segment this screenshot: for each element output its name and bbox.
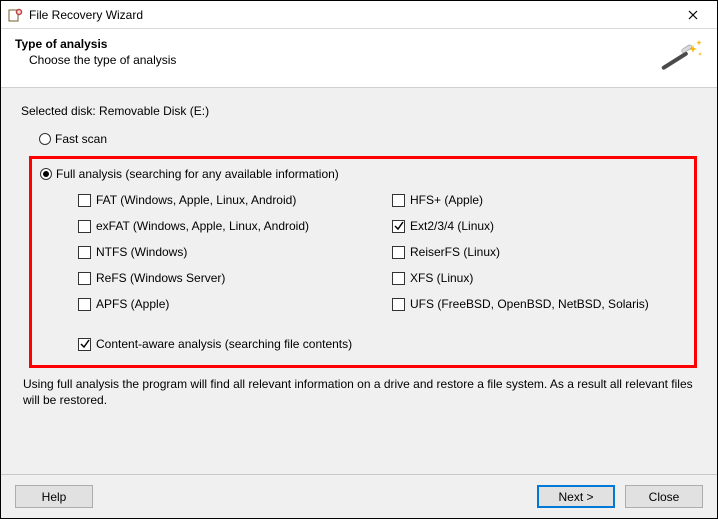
fs-checkbox-ufs[interactable]: UFS (FreeBSD, OpenBSD, NetBSD, Solaris) [392,297,686,311]
page-title: Type of analysis [15,37,659,51]
fs-checkbox-xfs[interactable]: XFS (Linux) [392,271,686,285]
full-analysis-panel: Full analysis (searching for any availab… [29,156,697,368]
checkbox-icon [78,246,91,259]
wizard-header: Type of analysis Choose the type of anal… [1,29,717,88]
description-text: Using full analysis the program will fin… [23,376,695,408]
checkbox-icon [78,338,91,351]
fs-checkbox-hfsplus[interactable]: HFS+ (Apple) [392,193,686,207]
check-icon [80,339,90,349]
checkbox-icon [392,246,405,259]
fs-label: Ext2/3/4 (Linux) [410,219,494,233]
radio-icon [40,168,52,180]
checkbox-icon [78,272,91,285]
wizard-footer: Help Next > Close [1,474,717,518]
titlebar: File Recovery Wizard [1,1,717,29]
header-text: Type of analysis Choose the type of anal… [15,37,659,67]
full-analysis-radio[interactable]: Full analysis (searching for any availab… [40,167,686,181]
fs-checkbox-ntfs[interactable]: NTFS (Windows) [78,245,372,259]
checkbox-icon [392,220,405,233]
fs-label: UFS (FreeBSD, OpenBSD, NetBSD, Solaris) [410,297,649,311]
fs-checkbox-apfs[interactable]: APFS (Apple) [78,297,372,311]
fast-scan-radio[interactable]: Fast scan [39,132,703,146]
check-icon [394,221,404,231]
next-button[interactable]: Next > [537,485,615,508]
fs-label: exFAT (Windows, Apple, Linux, Android) [96,219,309,233]
content-aware-label: Content-aware analysis (searching file c… [96,337,352,351]
full-analysis-label: Full analysis (searching for any availab… [56,167,339,181]
checkbox-icon [392,298,405,311]
fs-label: ReFS (Windows Server) [96,271,225,285]
fast-scan-label: Fast scan [55,132,107,146]
checkbox-icon [78,298,91,311]
filesystem-grid: FAT (Windows, Apple, Linux, Android) HFS… [78,193,686,311]
checkbox-icon [392,272,405,285]
window-title: File Recovery Wizard [29,8,673,22]
help-button[interactable]: Help [15,485,93,508]
content-aware-checkbox[interactable]: Content-aware analysis (searching file c… [78,337,686,351]
checkbox-icon [78,194,91,207]
radio-icon [39,133,51,145]
fs-label: HFS+ (Apple) [410,193,483,207]
app-icon [7,7,23,23]
fs-label: XFS (Linux) [410,271,473,285]
fs-label: FAT (Windows, Apple, Linux, Android) [96,193,296,207]
fs-label: APFS (Apple) [96,297,169,311]
fs-checkbox-fat[interactable]: FAT (Windows, Apple, Linux, Android) [78,193,372,207]
close-button[interactable] [673,1,713,28]
checkbox-icon [392,194,405,207]
selected-disk-label: Selected disk: Removable Disk (E:) [21,104,703,118]
close-icon [688,10,698,20]
fs-checkbox-ext[interactable]: Ext2/3/4 (Linux) [392,219,686,233]
fs-checkbox-reiserfs[interactable]: ReiserFS (Linux) [392,245,686,259]
close-footer-button[interactable]: Close [625,485,703,508]
fs-label: NTFS (Windows) [96,245,187,259]
checkbox-icon [78,220,91,233]
fs-checkbox-refs[interactable]: ReFS (Windows Server) [78,271,372,285]
fs-checkbox-exfat[interactable]: exFAT (Windows, Apple, Linux, Android) [78,219,372,233]
wizard-window: File Recovery Wizard Type of analysis Ch… [0,0,718,519]
wizard-icon [659,37,703,77]
wizard-body: Selected disk: Removable Disk (E:) Fast … [1,88,717,474]
page-subtitle: Choose the type of analysis [29,53,659,67]
fs-label: ReiserFS (Linux) [410,245,500,259]
